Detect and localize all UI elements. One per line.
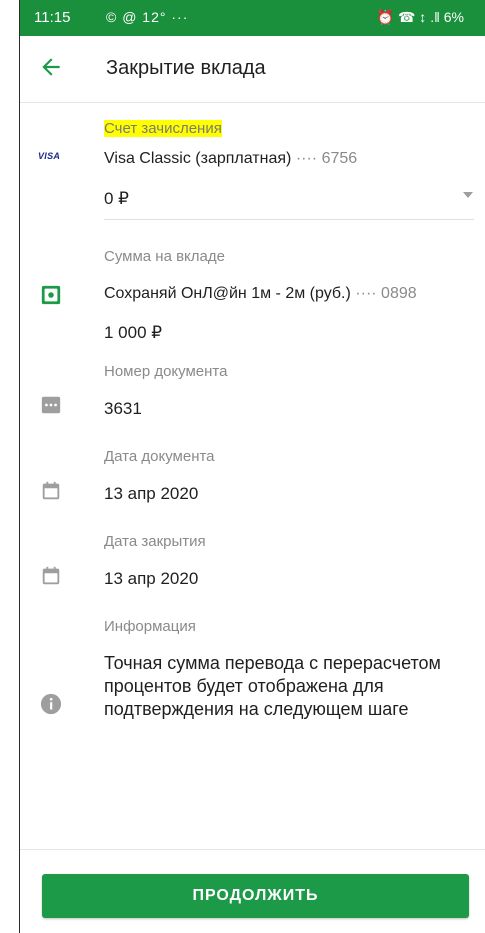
status-notification-icons: © @ 12° ···	[106, 9, 189, 25]
document-date-value[interactable]: 13 апр 2020	[104, 484, 198, 504]
document-number-icon	[41, 396, 61, 414]
calendar-icon	[42, 481, 60, 500]
deposit-mask: ····	[355, 285, 377, 302]
calendar-icon	[42, 566, 60, 585]
document-date-label: Дата документа	[104, 448, 215, 465]
deposit-amount: 1 000 ₽	[104, 323, 163, 342]
credit-account-selector[interactable]: Visa Classic (зарплатная) ···· 6756	[104, 150, 357, 168]
status-system-icons: ⏰ ☎ ↕ .‖ 6%	[376, 9, 464, 25]
document-number-label: Номер документа	[104, 363, 228, 380]
back-arrow-icon[interactable]	[38, 54, 64, 80]
bottom-divider	[20, 849, 485, 850]
deposit-label: Сумма на вкладе	[104, 248, 225, 265]
deposit-account: Сохраняй ОнЛ@йн 1м - 2м (руб.) ···· 0898	[104, 285, 417, 303]
app-bar: Закрытие вклада	[20, 36, 485, 103]
status-time: 11:15	[34, 9, 71, 26]
deposit-safe-icon	[41, 285, 61, 305]
closing-date-label: Дата закрытия	[104, 533, 206, 550]
continue-button[interactable]: ПРОДОЛЖИТЬ	[42, 874, 469, 918]
closing-date-value[interactable]: 13 апр 2020	[104, 569, 198, 589]
card-mask: ····	[295, 150, 318, 167]
credit-account-label-text: Счет зачисления	[104, 120, 222, 137]
credit-amount: 0 ₽	[104, 189, 129, 208]
information-text: Точная сумма перевода с перерасчетом про…	[104, 653, 441, 719]
page-title: Закрытие вклада	[106, 57, 266, 79]
deposit-last4: 0898	[381, 285, 417, 302]
divider	[104, 219, 474, 220]
document-number-value: 3631	[104, 399, 142, 418]
information-label: Информация	[104, 618, 196, 635]
deposit-name: Сохраняй ОнЛ@йн 1м - 2м (руб.)	[104, 285, 351, 302]
chevron-down-icon[interactable]	[463, 192, 473, 198]
card-last4: 6756	[321, 150, 358, 167]
credit-account-label: Счет зачисления	[104, 120, 222, 137]
app-frame: 11:15 © @ 12° ··· ⏰ ☎ ↕ .‖ 6% Закрытие в…	[19, 0, 485, 933]
status-bar: 11:15 © @ 12° ··· ⏰ ☎ ↕ .‖ 6%	[20, 0, 485, 36]
info-icon	[40, 693, 62, 715]
visa-card-icon: VISA	[38, 151, 61, 161]
card-name: Visa Classic (зарплатная)	[104, 150, 292, 167]
